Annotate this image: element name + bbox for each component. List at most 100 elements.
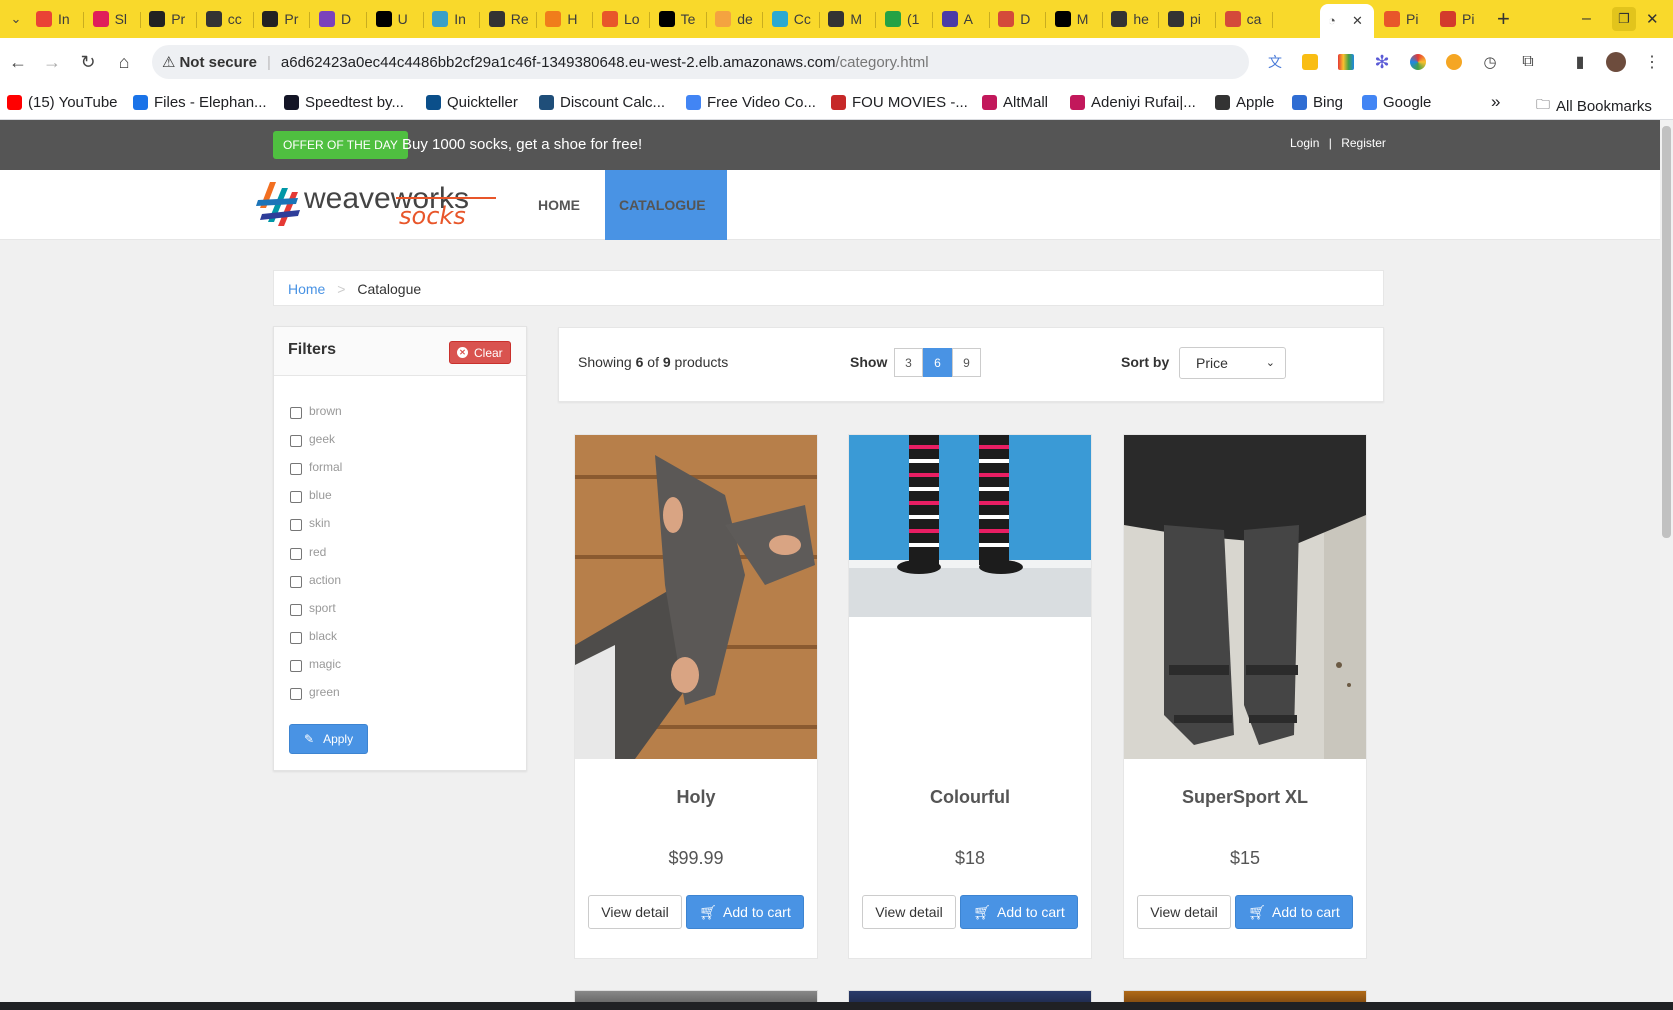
extension-grid-icon[interactable]	[1332, 48, 1360, 76]
bookmark-item[interactable]: FOU MOVIES -...	[831, 94, 968, 111]
page-size-6-button[interactable]: 6	[923, 348, 952, 377]
bookmark-item[interactable]: Files - Elephan...	[133, 94, 267, 111]
filter-tag-blue[interactable]: blue	[290, 487, 332, 504]
browser-tab[interactable]: M	[1054, 7, 1099, 31]
page-size-3-button[interactable]: 3	[894, 348, 923, 377]
browser-tab[interactable]: Cc	[771, 7, 816, 31]
filter-checkbox[interactable]	[290, 519, 302, 532]
browser-tab[interactable]: pi	[1168, 7, 1212, 31]
browser-tab[interactable]: Pr	[149, 7, 193, 31]
filter-checkbox[interactable]	[290, 603, 302, 616]
filter-tag-action[interactable]: action	[290, 572, 341, 588]
apply-filters-button[interactable]: ✎ Apply	[289, 724, 369, 754]
browser-tab[interactable]: he	[1111, 7, 1155, 31]
scrollbar-thumb[interactable]	[1662, 126, 1671, 538]
filter-checkbox[interactable]	[290, 575, 302, 588]
browser-tab[interactable]: Pi	[1440, 7, 1484, 31]
bookmarks-overflow[interactable]: »	[1491, 92, 1500, 112]
security-label[interactable]: Not secure	[179, 54, 257, 71]
product-card-peek[interactable]	[574, 990, 818, 1002]
extension-color-icon[interactable]	[1404, 48, 1432, 76]
nav-catalogue[interactable]: CATALOGUE ▼	[605, 170, 727, 282]
extension-star-icon[interactable]: ✻	[1368, 48, 1396, 76]
filter-tag-red[interactable]: red	[290, 544, 326, 560]
page-size-9-button[interactable]: 9	[952, 348, 981, 377]
filter-tag-sport[interactable]: sport	[290, 600, 336, 616]
bookmark-item[interactable]: Discount Calc...	[539, 94, 665, 111]
browser-tab[interactable]: Te	[658, 7, 703, 31]
product-card-peek[interactable]	[1123, 990, 1367, 1002]
browser-tab[interactable]: Sl	[92, 7, 137, 31]
product-name[interactable]: Colourful	[849, 787, 1091, 808]
tab-search-icon[interactable]: ⌄	[2, 5, 30, 33]
browser-tab[interactable]: (1	[885, 7, 929, 31]
browser-tab[interactable]: ca	[1224, 7, 1269, 31]
product-image-supersport-xl[interactable]	[1124, 435, 1366, 759]
breadcrumb-home[interactable]: Home	[288, 281, 325, 297]
bookmark-item[interactable]: (15) YouTube	[7, 94, 118, 111]
product-image-colourful[interactable]	[849, 435, 1091, 617]
bookmark-item[interactable]: Speedtest by...	[284, 94, 404, 111]
filter-checkbox[interactable]	[290, 407, 302, 419]
login-link[interactable]: Login	[1290, 136, 1319, 150]
home-icon[interactable]: ⌂	[110, 48, 138, 76]
add-to-cart-button[interactable]: 🛒︎ Add to cart	[1235, 895, 1353, 929]
filter-checkbox[interactable]	[290, 435, 302, 448]
weaveworks-socks-logo[interactable]: weaveworks socks	[256, 178, 496, 230]
filter-checkbox[interactable]	[290, 547, 302, 560]
bookmark-item[interactable]: Bing	[1292, 94, 1343, 111]
filter-tag-skin[interactable]: skin	[290, 515, 330, 532]
bookmark-item[interactable]: Quickteller	[426, 94, 518, 111]
filter-checkbox[interactable]	[290, 491, 302, 504]
nav-home[interactable]: HOME	[524, 170, 594, 240]
extensions-puzzle-icon[interactable]: ⧉	[1514, 48, 1542, 76]
translate-icon[interactable]: 文	[1261, 48, 1289, 76]
bookmark-item[interactable]: Free Video Co...	[686, 94, 816, 111]
browser-tab[interactable]: In	[36, 7, 80, 31]
extension-badge-icon[interactable]	[1440, 48, 1468, 76]
profile-avatar[interactable]	[1602, 48, 1630, 76]
new-tab-button[interactable]: +	[1497, 7, 1510, 31]
all-bookmarks[interactable]: 🗀 All Bookmarks	[1536, 94, 1652, 118]
browser-tab[interactable]: U	[375, 7, 420, 31]
minimize-icon[interactable]: –	[1582, 7, 1591, 31]
browser-tab[interactable]: Pr	[262, 7, 306, 31]
browser-tab[interactable]: Re	[488, 7, 533, 31]
browser-tab[interactable]: H	[545, 7, 589, 31]
clear-filters-button[interactable]: ✕ Clear	[449, 341, 511, 364]
filter-checkbox[interactable]	[290, 688, 302, 700]
bookmark-item[interactable]: Adeniyi Rufai|...	[1070, 94, 1196, 111]
reload-icon[interactable]: ↻	[74, 48, 102, 76]
filter-tag-geek[interactable]: geek	[290, 431, 335, 448]
offer-badge[interactable]: OFFER OF THE DAY	[273, 131, 408, 159]
product-name[interactable]: Holy	[575, 787, 817, 808]
filter-tag-black[interactable]: black	[290, 628, 337, 644]
filter-checkbox[interactable]	[290, 631, 302, 644]
filter-checkbox[interactable]	[290, 659, 302, 672]
browser-tab[interactable]: de	[715, 7, 759, 31]
back-icon[interactable]: ←	[4, 48, 32, 76]
browser-tab[interactable]: A	[941, 7, 986, 31]
filter-tag-magic[interactable]: magic	[290, 656, 341, 672]
menu-kebab-icon[interactable]: ⋮	[1638, 48, 1666, 76]
view-detail-button[interactable]: View detail	[588, 895, 682, 929]
side-panel-icon[interactable]: ▮	[1566, 48, 1594, 76]
register-link[interactable]: Register	[1341, 136, 1386, 150]
browser-tab[interactable]: D	[319, 7, 363, 31]
product-image-holy[interactable]	[575, 435, 817, 759]
browser-tab[interactable]: M	[828, 7, 872, 31]
bookmark-item[interactable]: Google	[1362, 94, 1431, 111]
browser-tab[interactable]: Lo	[602, 7, 646, 31]
browser-tab[interactable]: Pi	[1384, 7, 1428, 31]
bookmark-item[interactable]: AltMall	[982, 94, 1048, 111]
filter-checkbox[interactable]	[290, 463, 302, 476]
tab-close-icon[interactable]: ✕	[1352, 13, 1363, 29]
view-detail-button[interactable]: View detail	[1137, 895, 1231, 929]
filter-tag-green[interactable]: green	[290, 684, 340, 700]
forward-icon[interactable]: →	[38, 48, 66, 76]
tab-active[interactable]: ◔ ✕	[1320, 4, 1374, 38]
close-window-icon[interactable]: ✕	[1646, 7, 1659, 31]
product-card-peek[interactable]	[848, 990, 1092, 1002]
restore-icon[interactable]: ❐	[1612, 7, 1636, 31]
browser-tab[interactable]: D	[998, 7, 1042, 31]
